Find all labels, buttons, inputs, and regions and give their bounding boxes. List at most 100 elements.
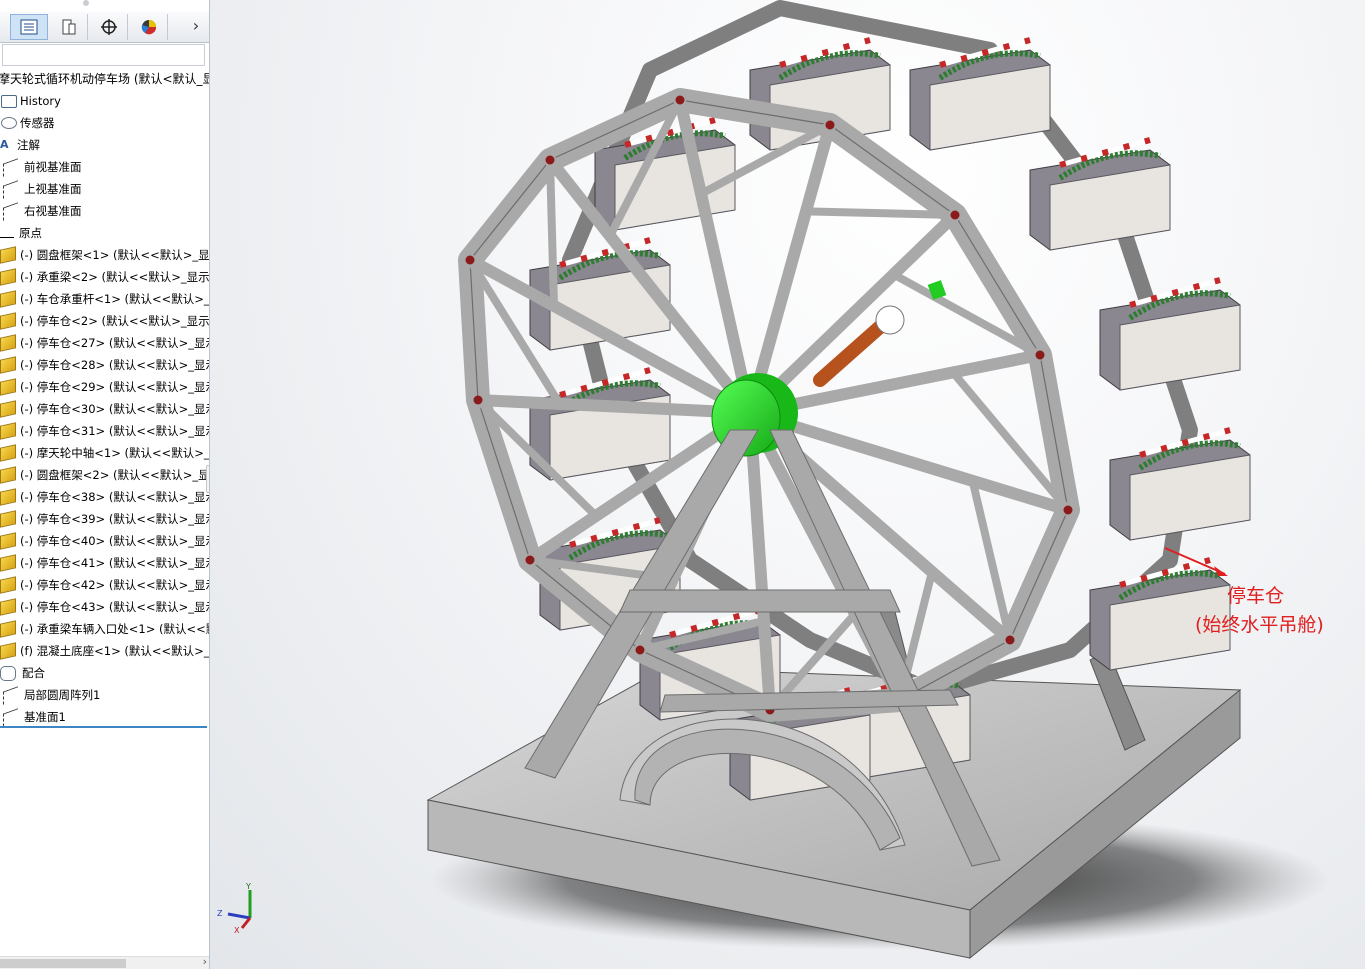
reference-triad[interactable]: Y Z X <box>214 880 264 940</box>
tree-item[interactable]: 前视基准面 <box>0 156 209 178</box>
appearance-pie-icon <box>141 20 156 35</box>
tree-item[interactable]: (-) 停车仓<27> (默认<<默认>_显示 <box>0 332 209 354</box>
tree-item-label: 传感器 <box>20 116 55 130</box>
tree-item-label: 局部圆周阵列1 <box>24 688 101 702</box>
tree-filter-input[interactable] <box>2 44 205 66</box>
plane-icon <box>3 179 18 199</box>
sensor-icon <box>1 117 17 129</box>
tree-item[interactable]: 上视基准面 <box>0 178 209 200</box>
property-manager-tab[interactable] <box>50 14 88 40</box>
tree-item-label: (-) 停车仓<29> (默认<<默认>_显示 <box>20 380 210 394</box>
feature-tree: History 传感器 A 注解前视基准面上视基准面右视基准面原点 (-) 圆盘框架<1… <box>0 90 209 728</box>
plane-icon <box>3 157 18 177</box>
panel-horizontal-scrollbar[interactable]: › <box>0 955 209 969</box>
axle-bearing <box>875 305 905 335</box>
part-icon <box>0 488 16 506</box>
tree-item[interactable]: 原点 <box>0 222 209 244</box>
triad-y-label: Y <box>245 882 251 891</box>
tree-item[interactable]: 配合 <box>0 662 209 684</box>
tree-item-label: 基准面1 <box>24 710 66 724</box>
scroll-right-arrow-icon[interactable]: › <box>203 955 207 968</box>
plane-icon <box>3 201 18 221</box>
tree-item[interactable]: (-) 圆盘框架<2> (默认<<默认>_显 <box>0 464 209 486</box>
part-icon <box>0 290 16 308</box>
tree-item-label: (-) 停车仓<39> (默认<<默认>_显示 <box>20 512 210 526</box>
plane-icon <box>3 707 18 727</box>
tree-item-label: (-) 停车仓<28> (默认<<默认>_显示 <box>20 358 210 372</box>
tree-item[interactable]: (-) 停车仓<42> (默认<<默认>_显示 <box>0 574 209 596</box>
tree-item-label: (-) 承重梁车辆入口处<1> (默认<<默 <box>20 622 210 636</box>
triad-x-label: X <box>234 926 240 935</box>
frame-bolt <box>473 395 483 405</box>
rollback-bar[interactable] <box>0 726 207 728</box>
tree-item-label: 注解 <box>17 138 40 152</box>
tree-item[interactable]: (f) 混凝土底座<1> (默认<<默认>_ <box>0 640 209 662</box>
part-icon <box>0 532 16 550</box>
feature-manager-panel: › 摩天轮式循环机动停车场 (默认<默认_显 History 传感器 A 注解前视基准… <box>0 0 210 969</box>
tree-item[interactable]: History <box>0 90 209 112</box>
tree-item[interactable]: 右视基准面 <box>0 200 209 222</box>
frame-bolt <box>545 155 555 165</box>
tree-item-label: (-) 停车仓<2> (默认<<默认>_显示 <box>20 314 210 328</box>
parking-cabin <box>909 37 1051 151</box>
tree-item[interactable]: 局部圆周阵列1 <box>0 684 209 706</box>
part-icon <box>0 356 16 374</box>
tree-item-label: (-) 停车仓<42> (默认<<默认>_显示 <box>20 578 210 592</box>
part-icon <box>0 620 16 638</box>
tree-item[interactable]: 传感器 <box>0 112 209 134</box>
tree-item[interactable]: (-) 停车仓<41> (默认<<默认>_显示 <box>0 552 209 574</box>
tree-item[interactable]: A 注解 <box>0 134 209 156</box>
tree-item[interactable]: (-) 停车仓<29> (默认<<默认>_显示 <box>0 376 209 398</box>
part-icon <box>0 466 16 484</box>
feature-manager-tab[interactable] <box>10 14 48 40</box>
ferris-wheel-parking-model <box>426 0 1330 960</box>
tree-item-label: (-) 停车仓<31> (默认<<默认>_显示 <box>20 424 210 438</box>
part-icon <box>0 510 16 528</box>
tree-item-label: (-) 圆盘框架<2> (默认<<默认>_显 <box>20 468 210 482</box>
frame-bolt <box>950 210 960 220</box>
scrollbar-thumb[interactable] <box>0 959 126 968</box>
callout-title: 停车仓 <box>1227 585 1285 607</box>
tree-item[interactable]: (-) 停车仓<39> (默认<<默认>_显示 <box>0 508 209 530</box>
origin-icon <box>0 229 14 238</box>
tree-item-label: 上视基准面 <box>24 182 82 196</box>
frame-bolt <box>825 120 835 130</box>
tree-item-label: 右视基准面 <box>24 204 82 218</box>
part-icon <box>0 422 16 440</box>
tree-item[interactable]: (-) 承重梁<2> (默认<<默认>_显示 <box>0 266 209 288</box>
tree-item-label: 前视基准面 <box>24 160 82 174</box>
display-manager-tab[interactable] <box>130 14 168 40</box>
tree-item[interactable]: (-) 停车仓<31> (默认<<默认>_显示 <box>0 420 209 442</box>
part-icon <box>0 334 16 352</box>
tree-item[interactable]: (-) 摩天轮中轴<1> (默认<<默认>_ <box>0 442 209 464</box>
tree-item[interactable]: (-) 承重梁车辆入口处<1> (默认<<默 <box>0 618 209 640</box>
tree-item[interactable]: (-) 停车仓<40> (默认<<默认>_显示 <box>0 530 209 552</box>
part-icon <box>0 598 16 616</box>
cabin-callout: 停车仓 (始终水平吊舱) <box>1195 582 1365 640</box>
tree-item[interactable]: (-) 停车仓<28> (默认<<默认>_显示 <box>0 354 209 376</box>
frame-bolt <box>1063 505 1073 515</box>
tree-item[interactable]: (-) 圆盘框架<1> (默认<<默认>_显 <box>0 244 209 266</box>
annotation-icon: A <box>0 138 9 151</box>
mate-icon <box>0 665 16 681</box>
tree-item-label: (-) 停车仓<43> (默认<<默认>_显示 <box>20 600 210 614</box>
tree-item[interactable]: (-) 停车仓<2> (默认<<默认>_显示 <box>0 310 209 332</box>
tree-root-assembly[interactable]: 摩天轮式循环机动停车场 (默认<默认_显 <box>0 70 209 87</box>
part-icon <box>0 246 16 264</box>
feature-tree-icon <box>20 19 38 35</box>
chevron-right-icon[interactable]: › <box>187 16 205 35</box>
parking-cabin <box>1109 427 1251 541</box>
configuration-manager-tab[interactable] <box>90 14 128 40</box>
graphics-viewport[interactable]: 停车仓 (始终水平吊舱) Y Z X <box>210 0 1365 969</box>
tree-item[interactable]: (-) 车仓承重杆<1> (默认<<默认>_ <box>0 288 209 310</box>
panel-grip-dot[interactable] <box>83 0 89 6</box>
tree-item[interactable]: (-) 停车仓<38> (默认<<默认>_显示 <box>0 486 209 508</box>
tree-item[interactable]: (-) 停车仓<43> (默认<<默认>_显示 <box>0 596 209 618</box>
history-icon <box>1 94 17 108</box>
tree-item[interactable]: (-) 停车仓<30> (默认<<默认>_显示 <box>0 398 209 420</box>
part-icon <box>0 378 16 396</box>
tree-item[interactable]: 基准面1 <box>0 706 209 728</box>
parking-cabin <box>1029 137 1171 251</box>
part-icon <box>0 444 16 462</box>
tree-item-label: (-) 停车仓<38> (默认<<默认>_显示 <box>20 490 210 504</box>
